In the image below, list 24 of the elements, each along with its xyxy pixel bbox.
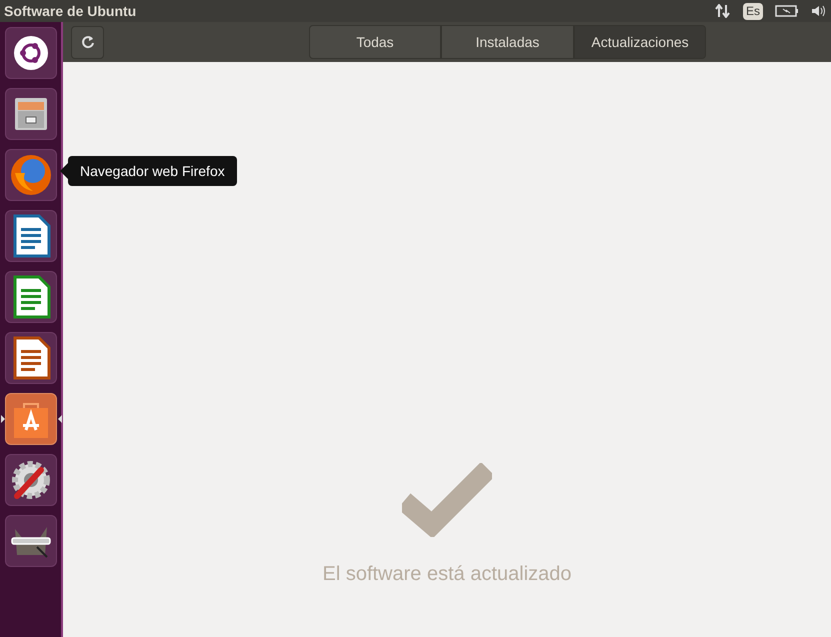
launcher-item[interactable]	[4, 454, 56, 506]
launcher-item[interactable]	[4, 332, 56, 384]
network-arrows-icon[interactable]	[714, 4, 731, 18]
view-tab[interactable]: Actualizaciones	[574, 25, 706, 59]
fox-globe-icon	[8, 153, 52, 197]
window-title: Software de Ubuntu	[4, 2, 136, 20]
launcher-item[interactable]	[4, 271, 56, 323]
status-message: El software está actualizado	[322, 562, 572, 587]
document-icon	[10, 275, 50, 319]
view-tab[interactable]: Todas	[309, 25, 441, 59]
tooltip: Navegador web Firefox	[68, 156, 237, 186]
document-icon	[10, 336, 50, 380]
launcher-item[interactable]	[4, 88, 56, 140]
launcher-item[interactable]	[4, 210, 56, 262]
launcher-item[interactable]	[4, 27, 56, 79]
document-icon	[10, 214, 50, 258]
launcher-item[interactable]	[4, 515, 56, 567]
keyboard-layout-indicator[interactable]: Es	[742, 2, 763, 20]
view-tab[interactable]: Instaladas	[441, 25, 574, 59]
speaker-icon[interactable]	[811, 4, 827, 18]
battery-icon[interactable]	[775, 5, 799, 17]
checkmark-icon	[402, 463, 492, 537]
refresh-icon	[80, 35, 94, 49]
refresh-button[interactable]	[71, 26, 104, 58]
